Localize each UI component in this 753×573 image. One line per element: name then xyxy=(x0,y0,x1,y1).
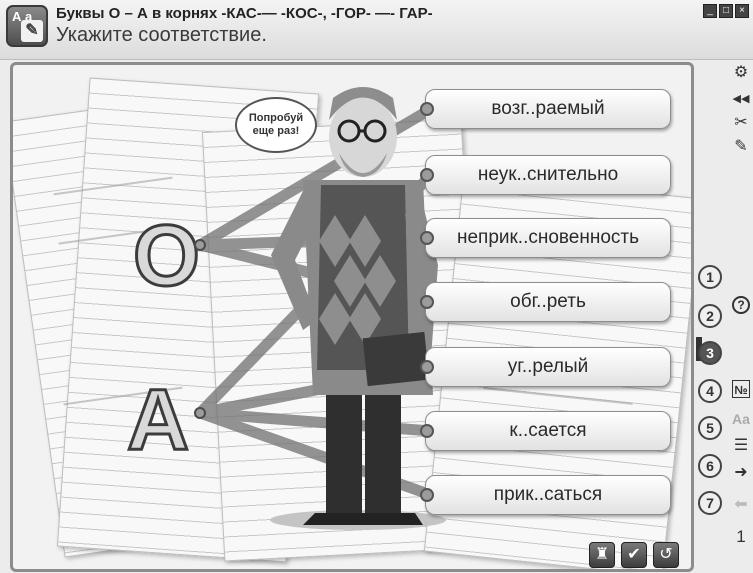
next-arrow-icon[interactable]: ➜ xyxy=(732,464,750,482)
app-window: А а ✎ Буквы О – А в корнях -КАС-— -КОС-,… xyxy=(0,0,753,573)
font-icon[interactable]: Aa xyxy=(732,410,750,428)
page-number: 1 xyxy=(736,527,746,546)
title-bar: А а ✎ Буквы О – А в корнях -КАС-— -КОС-,… xyxy=(0,0,753,60)
word-dot[interactable] xyxy=(420,360,434,374)
task-button-5[interactable]: 5 xyxy=(698,416,722,440)
word-text: возг..раемый xyxy=(491,98,605,119)
word-dot[interactable] xyxy=(420,102,434,116)
word-card[interactable]: неук..снительно xyxy=(420,155,671,195)
word-card[interactable]: прик..саться xyxy=(420,475,671,515)
task-button-3[interactable]: 3 xyxy=(698,341,722,365)
window-controls: _ □ × xyxy=(703,4,749,18)
settings-icon[interactable]: ⚙ xyxy=(732,64,750,82)
maximize-button[interactable]: □ xyxy=(719,4,733,18)
word-text: к..сается xyxy=(509,420,587,441)
sound-icon[interactable]: ◀◀ xyxy=(732,90,750,108)
close-button[interactable]: × xyxy=(735,4,749,18)
help-icon[interactable]: ? xyxy=(732,296,750,314)
word-card[interactable]: неприк..сновенность xyxy=(420,218,671,258)
word-card[interactable]: к..сается xyxy=(420,411,671,451)
letter-o[interactable]: О xyxy=(132,207,202,306)
pen-icon: ✎ xyxy=(21,20,43,42)
task-button-1[interactable]: 1 xyxy=(698,265,722,289)
word-text: неприк..сновенность xyxy=(456,227,640,248)
word-text: прик..саться xyxy=(493,484,603,505)
right-toolbar: ⚙ ◀◀ ✂ ✎ ? 1 2 3 4 5 6 7 № Aa ☰ ➜ ⬅ 1 xyxy=(696,60,753,573)
word-text: неук..снительно xyxy=(477,164,619,185)
word-card[interactable]: обг..реть xyxy=(420,282,671,322)
word-dot[interactable] xyxy=(420,168,434,182)
check-button[interactable]: ✔ xyxy=(621,542,647,568)
minimize-button[interactable]: _ xyxy=(703,4,717,18)
task-button-2[interactable]: 2 xyxy=(698,304,722,328)
word-dot[interactable] xyxy=(420,488,434,502)
word-card[interactable]: уг..релый xyxy=(420,347,671,387)
letter-o-dot[interactable] xyxy=(194,239,206,251)
task-instruction: Укажите соответствие. xyxy=(56,24,267,46)
speech-bubble: Попробуй еще раз! xyxy=(235,97,317,153)
letter-a-dot[interactable] xyxy=(194,407,206,419)
word-text: уг..релый xyxy=(507,356,589,377)
tools-icon[interactable]: ✂ xyxy=(732,114,750,132)
word-text: обг..реть xyxy=(510,291,586,312)
task-button-6[interactable]: 6 xyxy=(698,454,722,478)
reset-button[interactable]: ↺ xyxy=(653,542,679,568)
exercise-stage: Попробуй еще раз! О А возг..раемый неук.… xyxy=(10,62,694,572)
teacher-figure xyxy=(270,87,446,530)
app-logo-icon: А а ✎ xyxy=(6,5,48,47)
prev-arrow-icon[interactable]: ⬅ xyxy=(732,496,750,514)
lesson-title: Буквы О – А в корнях -КАС-— -КОС-, -ГОР-… xyxy=(56,5,433,22)
task-button-4[interactable]: 4 xyxy=(698,379,722,403)
letter-a[interactable]: А xyxy=(125,371,190,470)
task-button-7[interactable]: 7 xyxy=(698,491,722,515)
list-icon[interactable]: ☰ xyxy=(732,437,750,455)
pencil-icon[interactable]: ✎ xyxy=(732,138,750,156)
word-card[interactable]: возг..раемый xyxy=(420,89,671,129)
word-dot[interactable] xyxy=(420,424,434,438)
numbering-icon[interactable]: № xyxy=(732,380,750,398)
word-dot[interactable] xyxy=(420,231,434,245)
word-dot[interactable] xyxy=(420,295,434,309)
hint-button[interactable]: ♜ xyxy=(589,542,615,568)
